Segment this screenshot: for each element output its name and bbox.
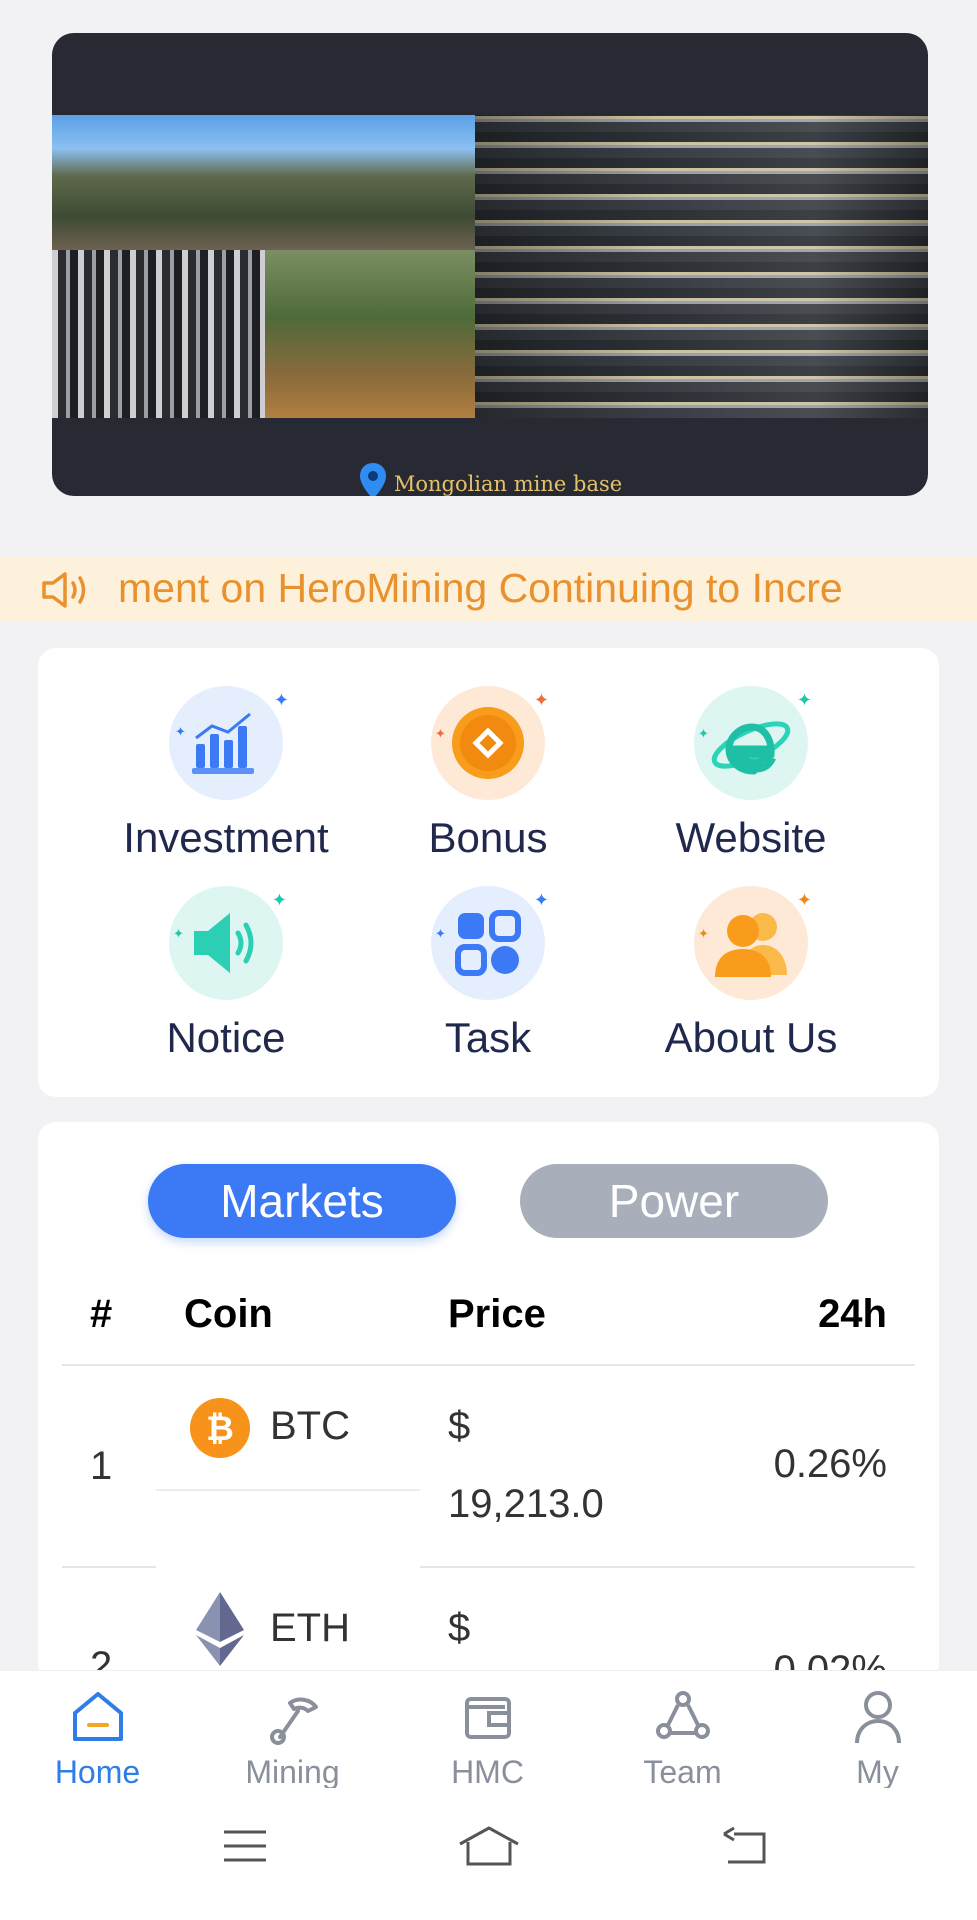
- announcement-bar[interactable]: ment on HeroMining Continuing to Incre: [0, 557, 977, 621]
- grid-icon: ✦ ✦: [431, 886, 549, 1000]
- row-coin-name: ETH: [270, 1606, 350, 1650]
- shortcut-label: About Us: [664, 1014, 838, 1061]
- tab-markets[interactable]: Markets: [148, 1164, 456, 1238]
- mining-pick-icon: [269, 1697, 318, 1745]
- shortcut-investment[interactable]: ✦ ✦ Investment: [81, 686, 371, 862]
- back-icon[interactable]: [720, 1824, 770, 1868]
- tab-power[interactable]: Power: [520, 1164, 828, 1238]
- home-icon: [72, 1692, 123, 1741]
- btc-icon: ₿: [190, 1398, 250, 1458]
- row-rank: 1: [90, 1444, 113, 1488]
- banner-photo-collage: [52, 115, 928, 418]
- shortcut-task[interactable]: ✦ ✦ Task: [343, 886, 633, 1062]
- markets-card: Markets Power # Coin Price 24h 1 ₿ BTC $…: [38, 1122, 939, 1682]
- shortcut-notice[interactable]: ✦ ✦ Notice: [81, 886, 371, 1062]
- shortcut-label: Notice: [166, 1014, 286, 1061]
- chart-icon: ✦ ✦: [169, 686, 289, 800]
- menu-icon[interactable]: [220, 1824, 270, 1868]
- shortcut-card: ✦ ✦ Investment ✦ ✦ Bonus ✦ ✦ Website ✦ ✦…: [38, 648, 939, 1097]
- header-divider: [62, 1364, 915, 1366]
- nav-label: Team: [643, 1754, 722, 1790]
- coin-divider: [156, 1489, 420, 1491]
- row-coin-name: BTC: [270, 1404, 350, 1448]
- system-nav-bar: [0, 1788, 977, 1920]
- row-price-symbol: $: [448, 1404, 471, 1448]
- location-label: Mongolian mine base: [52, 461, 928, 496]
- header-price: Price: [448, 1292, 546, 1336]
- svg-text:₿: ₿: [206, 1410, 234, 1448]
- header-coin: Coin: [184, 1292, 273, 1336]
- wallet-icon: [464, 1697, 511, 1739]
- row-divider: [62, 1566, 156, 1568]
- location-text: Mongolian mine base: [393, 472, 623, 496]
- home-system-icon[interactable]: [456, 1824, 522, 1868]
- valley-photo: [265, 250, 475, 418]
- nav-team[interactable]: Team: [585, 1689, 780, 1791]
- mountain-photo: [52, 115, 475, 250]
- nav-home[interactable]: Home: [0, 1689, 195, 1791]
- shortcut-label: Task: [444, 1014, 532, 1061]
- shortcut-label: Bonus: [428, 814, 548, 861]
- header-24h: 24h: [818, 1292, 887, 1336]
- row-price-symbol: $: [448, 1606, 471, 1650]
- eth-icon: [196, 1592, 244, 1666]
- team-icon: [655, 1691, 710, 1739]
- shortcut-about-us[interactable]: ✦ ✦ About Us: [606, 886, 896, 1062]
- mine-banner[interactable]: Mongolian mine base: [52, 33, 928, 496]
- nav-label: Mining: [245, 1754, 340, 1790]
- speaker-icon: ✦ ✦: [169, 886, 287, 1000]
- speaker-icon: [40, 570, 96, 615]
- announcement-text: ment on HeroMining Continuing to Incre: [118, 565, 843, 611]
- row-price: 19,213.0: [448, 1482, 604, 1526]
- location-pin-icon: [358, 461, 388, 496]
- shortcut-bonus[interactable]: ✦ ✦ Bonus: [343, 686, 633, 862]
- nav-label: Home: [54, 1754, 141, 1790]
- coin-icon: ✦ ✦: [431, 686, 549, 800]
- browser-icon: ✦ ✦: [694, 686, 812, 800]
- mining-rack-photo: [52, 250, 265, 418]
- nav-label: HMC: [451, 1754, 524, 1790]
- nav-my[interactable]: My: [780, 1689, 975, 1791]
- row-divider: [420, 1566, 915, 1568]
- nav-label: My: [856, 1754, 899, 1790]
- nav-mining[interactable]: Mining: [195, 1689, 390, 1791]
- shortcut-label: Investment: [123, 814, 329, 861]
- row-change: 0.26%: [773, 1442, 887, 1486]
- shortcut-website[interactable]: ✦ ✦ Website: [606, 686, 896, 862]
- mining-hall-photo: [475, 115, 928, 418]
- nav-hmc[interactable]: HMC: [390, 1689, 585, 1791]
- shortcut-label: Website: [675, 814, 827, 861]
- user-icon: [854, 1691, 901, 1744]
- users-icon: ✦ ✦: [694, 886, 812, 1000]
- bottom-nav: Home Mining HMC Team My: [0, 1670, 977, 1791]
- header-rank: #: [90, 1292, 113, 1336]
